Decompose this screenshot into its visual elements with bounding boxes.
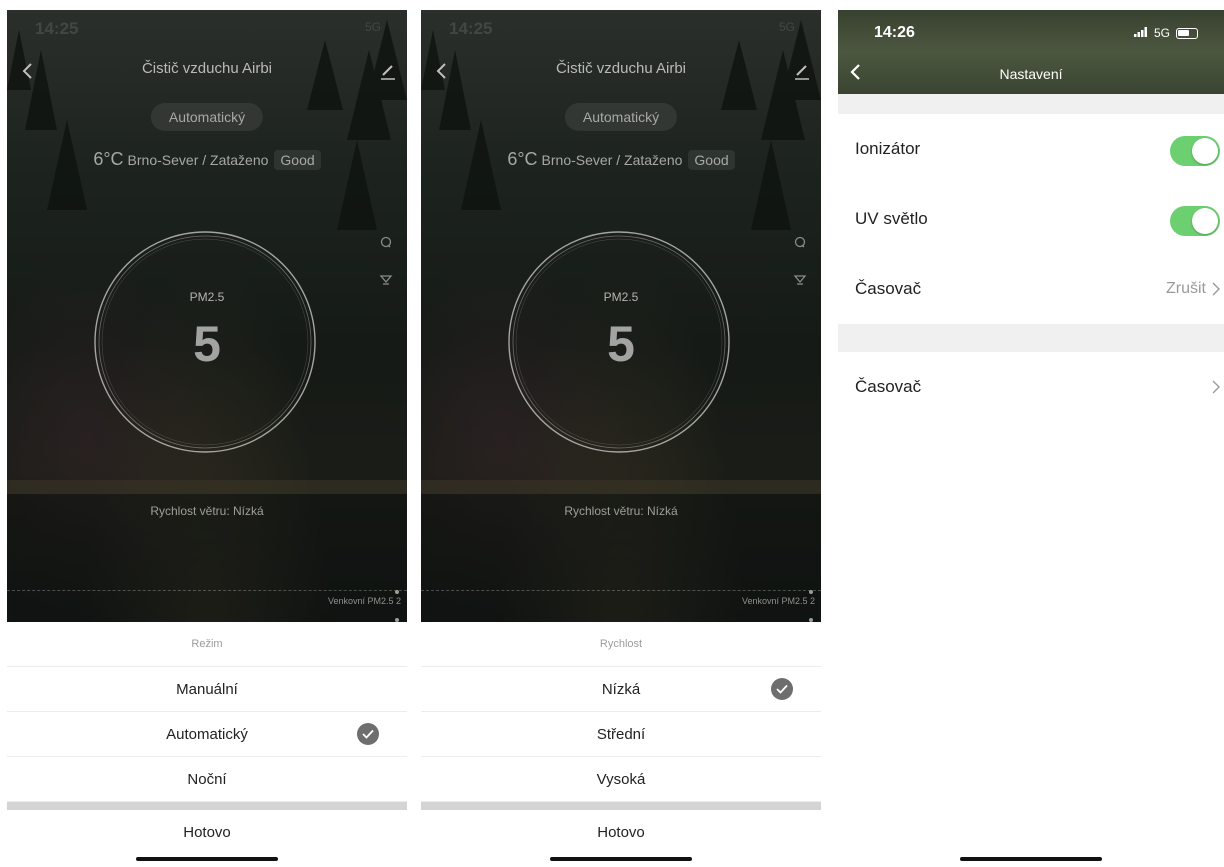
speed-sheet: Rychlost Nízká Střední Vysoká Hotovo xyxy=(421,622,821,867)
status-network: 5G xyxy=(778,20,795,34)
outdoor-pm-label: Venkovní PM2.5 2 xyxy=(741,596,815,606)
status-time: 14:25 xyxy=(449,19,493,38)
uv-light-label: UV světlo xyxy=(855,209,928,228)
page-title: Nastavení xyxy=(999,66,1063,82)
air-quality-badge: Good xyxy=(274,150,321,170)
filter-icon[interactable] xyxy=(379,235,393,249)
sheet-separator xyxy=(421,802,821,810)
mode-sheet: Režim Manuální Automatický Noční Hotovo xyxy=(7,622,407,867)
filter-icon[interactable] xyxy=(793,235,807,249)
chevron-right-icon xyxy=(1212,380,1220,394)
done-button[interactable]: Hotovo xyxy=(421,810,821,855)
signal-icon xyxy=(1133,26,1148,40)
chart-dot xyxy=(395,590,399,594)
check-icon xyxy=(357,723,379,745)
status-network: 5G xyxy=(364,20,381,34)
pm-value: 5 xyxy=(193,316,221,372)
wind-speed-label[interactable]: Rychlost větru: Nízká xyxy=(7,504,407,518)
settings-empty-area xyxy=(838,422,1224,867)
outdoor-pm-label: Venkovní PM2.5 2 xyxy=(327,596,401,606)
chevron-right-icon xyxy=(1212,282,1220,296)
option-manual[interactable]: Manuální xyxy=(7,667,407,712)
timer-row-2[interactable]: Časovač xyxy=(838,352,1224,422)
toggle-knob xyxy=(1192,208,1218,234)
weather-line: 6°C Brno-Sever / Zataženo Good xyxy=(7,149,407,170)
forest-background: 14:25 5G Čistič vzduchu Airbi Automatick… xyxy=(421,10,821,622)
chart-dot xyxy=(809,590,813,594)
speed-screen: 14:25 5G Čistič vzduchu Airbi Automatick… xyxy=(421,10,821,867)
status-bar-right: 5G xyxy=(1133,26,1198,40)
option-low[interactable]: Nízká xyxy=(421,667,821,712)
toggle-knob xyxy=(1192,138,1218,164)
ionizer-label: Ionizátor xyxy=(855,139,921,158)
option-automatic[interactable]: Automatický xyxy=(7,712,407,757)
temperature: 6°C xyxy=(507,149,538,169)
mode-pill[interactable]: Automatický xyxy=(150,103,264,131)
fan-icon[interactable] xyxy=(379,272,393,286)
sheet-title: Rychlost xyxy=(421,622,821,667)
ionizer-row: Ionizátor xyxy=(838,114,1224,184)
status-network: 5G xyxy=(1153,26,1170,40)
fan-icon[interactable] xyxy=(793,272,807,286)
option-night[interactable]: Noční xyxy=(7,757,407,802)
pm-value: 5 xyxy=(607,316,635,372)
air-quality-badge: Good xyxy=(688,150,735,170)
option-high[interactable]: Vysoká xyxy=(421,757,821,802)
pm-label: PM2.5 xyxy=(189,290,225,304)
sheet-title: Režim xyxy=(7,622,407,667)
timer-label-2: Časovač xyxy=(855,377,922,396)
mode-screen: 14:25 5G Čistič vzduchu Airbi Automatick… xyxy=(7,10,407,867)
option-label: Vysoká xyxy=(596,771,646,788)
temperature: 6°C xyxy=(93,149,124,169)
weather-location: Brno-Sever / Zataženo xyxy=(541,152,683,168)
option-label: Automatický xyxy=(166,726,248,743)
settings-header: 14:26 5G Nastavení xyxy=(838,10,1224,94)
mode-pill[interactable]: Automatický xyxy=(564,103,678,131)
option-label: Nízká xyxy=(601,681,641,698)
status-time: 14:25 xyxy=(35,19,79,38)
timer-row[interactable]: Časovač Zrušit xyxy=(838,254,1224,324)
pm-label: PM2.5 xyxy=(603,290,639,304)
home-indicator xyxy=(960,857,1102,861)
timer-label: Časovač xyxy=(855,279,922,298)
done-button[interactable]: Hotovo xyxy=(7,810,407,855)
sheet-separator xyxy=(7,802,407,810)
check-icon xyxy=(771,678,793,700)
battery-icon xyxy=(1176,27,1198,39)
uv-light-row: UV světlo xyxy=(838,184,1224,254)
option-label: Manuální xyxy=(176,681,238,698)
forest-background: 14:25 5G Čistič vzduchu Airbi Automatick… xyxy=(7,10,407,622)
weather-location: Brno-Sever / Zataženo xyxy=(127,152,269,168)
chart-divider xyxy=(7,590,407,591)
chart-divider xyxy=(421,590,821,591)
home-indicator xyxy=(136,857,278,861)
wind-speed-label[interactable]: Rychlost větru: Nízká xyxy=(421,504,821,518)
device-title: Čistič vzduchu Airbi xyxy=(555,60,687,77)
option-label: Střední xyxy=(596,726,646,743)
ionizer-toggle[interactable] xyxy=(1170,136,1220,166)
option-medium[interactable]: Střední xyxy=(421,712,821,757)
home-indicator xyxy=(550,857,692,861)
uv-light-toggle[interactable] xyxy=(1170,206,1220,236)
option-label: Noční xyxy=(187,771,227,788)
edit-icon[interactable] xyxy=(793,62,811,80)
weather-line: 6°C Brno-Sever / Zataženo Good xyxy=(421,149,821,170)
device-title: Čistič vzduchu Airbi xyxy=(141,60,273,77)
settings-screen: 14:26 5G Nastavení Ionizátor UV světlo Č… xyxy=(838,10,1224,867)
status-time: 14:26 xyxy=(874,24,915,41)
edit-icon[interactable] xyxy=(379,62,397,80)
timer-value: Zrušit xyxy=(1166,280,1206,297)
